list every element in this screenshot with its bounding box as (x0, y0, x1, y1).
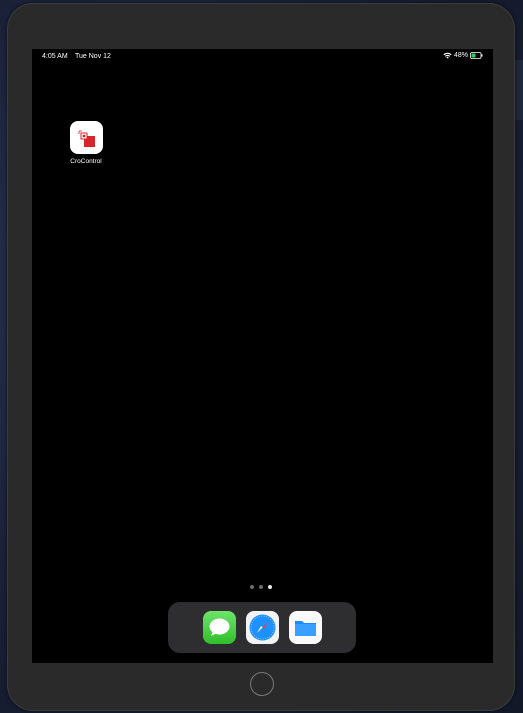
crocontrol-app-icon (69, 121, 103, 154)
battery-percent: 48% (453, 52, 468, 59)
app-label: CroControl (70, 158, 102, 165)
page-indicator[interactable] (250, 585, 272, 589)
battery-icon (470, 52, 483, 59)
app-crocontrol[interactable]: CroControl (68, 121, 104, 165)
messages-icon[interactable] (203, 611, 236, 644)
safari-icon[interactable] (246, 611, 279, 644)
page-dot-active[interactable] (268, 585, 272, 589)
status-bar: 4:05 AM Tue Nov 12 48% (32, 49, 493, 65)
status-indicators: 48% (443, 52, 483, 59)
page-dot[interactable] (259, 585, 263, 589)
dock (168, 602, 356, 653)
status-date: Tue Nov 12 (75, 53, 111, 60)
status-time: 4:05 AM (42, 53, 68, 60)
home-button[interactable] (250, 672, 274, 696)
files-icon[interactable] (289, 611, 322, 644)
ipad-screen: 4:05 AM Tue Nov 12 48% CroControl (32, 49, 493, 663)
wifi-icon (443, 52, 452, 59)
window-edge (515, 60, 523, 120)
page-dot[interactable] (250, 585, 254, 589)
